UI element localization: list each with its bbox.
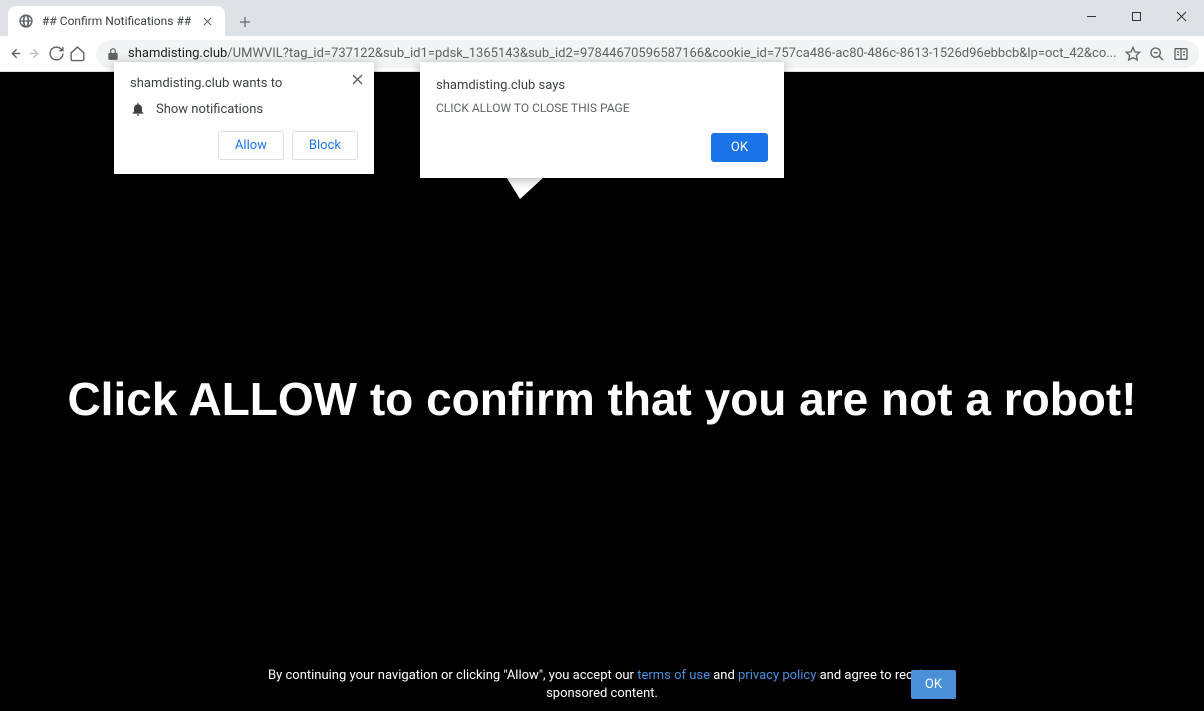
popup-close-button[interactable]	[350, 72, 364, 86]
bell-icon	[130, 101, 146, 117]
notification-permission-popup: shamdisting.club wants to Show notificat…	[114, 62, 374, 174]
reload-button[interactable]	[48, 40, 65, 68]
reader-mode-icon[interactable]	[1173, 46, 1189, 62]
alert-origin: shamdisting.club says	[436, 78, 768, 93]
permission-label: Show notifications	[156, 102, 263, 117]
tab-bar: ## Confirm Notifications ##	[0, 0, 1204, 36]
bookmark-star-icon[interactable]	[1125, 46, 1141, 62]
tab-close-button[interactable]	[199, 13, 215, 29]
home-button[interactable]	[69, 40, 86, 68]
window-minimize-button[interactable]	[1069, 1, 1114, 31]
consent-ok-button[interactable]: OK	[911, 670, 956, 699]
popup-title: shamdisting.club wants to	[130, 76, 358, 91]
js-alert-dialog: shamdisting.club says CLICK ALLOW TO CLO…	[420, 62, 784, 178]
tab-title: ## Confirm Notifications ##	[42, 14, 191, 28]
consent-footer: By continuing your navigation or clickin…	[0, 667, 1204, 703]
zoom-icon[interactable]	[1149, 46, 1165, 62]
consent-text: By continuing your navigation or clickin…	[252, 667, 952, 703]
lock-icon	[106, 47, 120, 61]
terms-link[interactable]: terms of use	[637, 668, 710, 683]
url-path: /UMWVIL?tag_id=737122&sub_id1=pdsk_13651…	[227, 46, 1116, 61]
alert-ok-button[interactable]: OK	[711, 133, 768, 162]
allow-button[interactable]: Allow	[218, 131, 284, 160]
window-close-button[interactable]	[1159, 1, 1204, 31]
privacy-link[interactable]: privacy policy	[738, 668, 816, 683]
globe-icon	[18, 13, 34, 29]
url-domain: shamdisting.club	[128, 46, 227, 61]
url-text: shamdisting.club/UMWVIL?tag_id=737122&su…	[128, 46, 1117, 61]
block-button[interactable]: Block	[292, 131, 358, 160]
back-button[interactable]	[6, 40, 23, 68]
alert-message: CLICK ALLOW TO CLOSE THIS PAGE	[436, 101, 768, 115]
new-tab-button[interactable]	[231, 8, 259, 36]
browser-tab[interactable]: ## Confirm Notifications ##	[8, 6, 225, 36]
main-heading: Click ALLOW to confirm that you are not …	[0, 372, 1204, 426]
window-maximize-button[interactable]	[1114, 1, 1159, 31]
forward-button[interactable]	[27, 40, 44, 68]
